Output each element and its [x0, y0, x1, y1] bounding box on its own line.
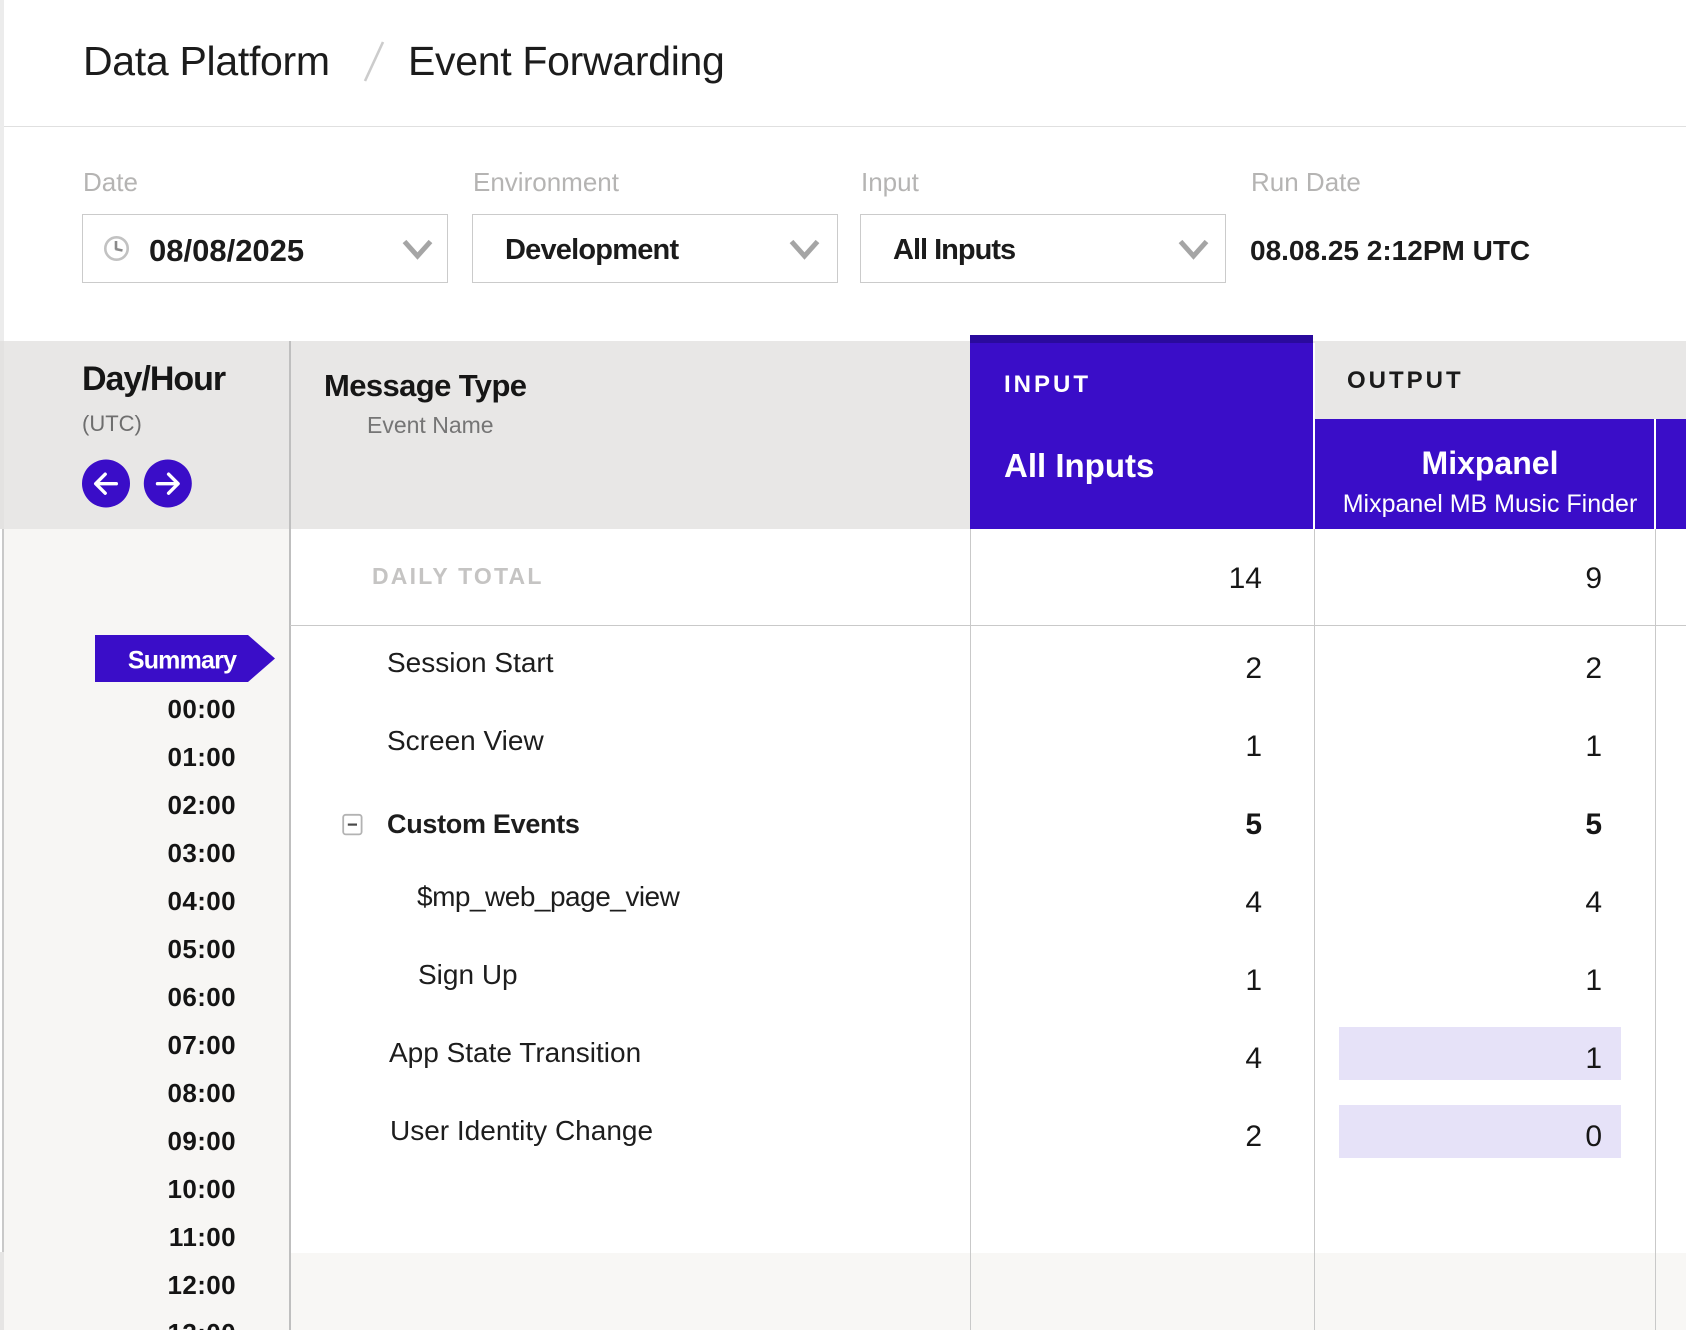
- svg-text:Summary: Summary: [128, 647, 237, 675]
